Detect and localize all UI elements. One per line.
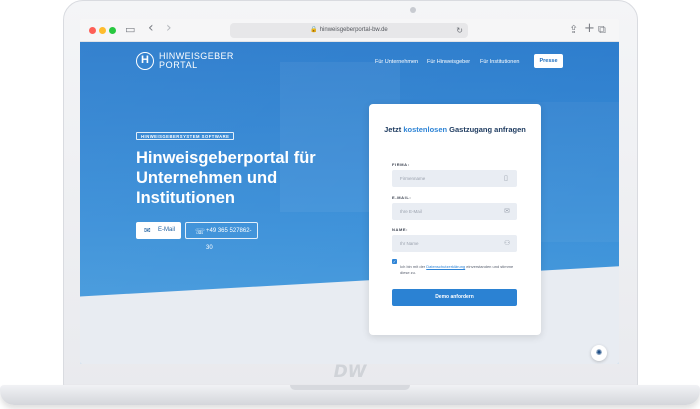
guest-access-form: Jetzt kostenlosen Gastzugang anfragen FI… bbox=[369, 104, 541, 335]
consent-text: Ich bin mit der Datenschutzerklärung ein… bbox=[400, 264, 518, 276]
consent-prefix: Ich bin mit der bbox=[400, 264, 427, 269]
tab-overview-icon[interactable]: ⧉ bbox=[598, 23, 606, 37]
logo[interactable]: HINWEISGEBER PORTAL bbox=[159, 52, 234, 70]
mail-icon: ✉ bbox=[144, 226, 151, 235]
name-field[interactable]: Ihr Name bbox=[392, 235, 517, 252]
building-icon: ▯ bbox=[504, 174, 508, 182]
company-field[interactable]: Firmenname bbox=[392, 170, 517, 187]
email-button[interactable]: ✉ E-Mail bbox=[136, 222, 181, 239]
email-button-label: E-Mail bbox=[158, 227, 176, 233]
user-icon: ⚇ bbox=[504, 239, 511, 247]
consent-checkbox[interactable]: ✓ bbox=[392, 259, 397, 264]
address-bar[interactable]: 🔒 hinweisgeberportal-bw.de ↻ bbox=[230, 23, 468, 38]
logo-line-2: PORTAL bbox=[159, 60, 198, 70]
email-field[interactable]: Ihre E-Mail bbox=[392, 203, 517, 220]
screen: ▭ ‹ › 🔒 hinweisgeberportal-bw.de ↻ ⇪ + ⧉ … bbox=[80, 19, 619, 364]
envelope-icon: ✉ bbox=[504, 207, 510, 215]
tagline-badge: HINWEISGEBERSYSTEM SOFTWARE bbox=[136, 132, 235, 140]
reload-icon[interactable]: ↻ bbox=[456, 23, 463, 38]
close-window-button[interactable] bbox=[89, 27, 96, 34]
cookie-settings-icon[interactable]: ✺ bbox=[591, 345, 607, 361]
browser-toolbar: ▭ ‹ › 🔒 hinweisgeberportal-bw.de ↻ ⇪ + ⧉ bbox=[80, 19, 619, 42]
form-title-highlight: kostenlosen bbox=[403, 125, 448, 134]
website: H HINWEISGEBER PORTAL Für Unternehmen Fü… bbox=[80, 42, 619, 364]
camera bbox=[410, 7, 416, 13]
maximize-window-button[interactable] bbox=[109, 27, 116, 34]
sidebar-icon[interactable]: ▭ bbox=[125, 23, 135, 37]
forward-icon[interactable]: › bbox=[166, 21, 172, 35]
minimize-window-button[interactable] bbox=[99, 27, 106, 34]
new-tab-icon[interactable]: + bbox=[584, 22, 595, 36]
form-title-suffix: Gastzugang anfragen bbox=[447, 125, 526, 134]
nav-unternehmen[interactable]: Für Unternehmen bbox=[375, 59, 418, 65]
phone-icon: ☏ bbox=[195, 227, 206, 236]
nav-hinweisgeber[interactable]: Für Hinweisgeber bbox=[427, 59, 470, 65]
request-demo-button[interactable]: Demo anfordern bbox=[392, 289, 517, 306]
hero-headline: Hinweisgeberportal für Unternehmen und I… bbox=[136, 149, 316, 207]
url-text: hinweisgeberportal-bw.de bbox=[319, 27, 388, 33]
logo-mark[interactable]: H bbox=[136, 52, 154, 70]
name-label: NAME: bbox=[392, 227, 409, 232]
dw-logo: DW bbox=[333, 362, 367, 382]
share-icon[interactable]: ⇪ bbox=[569, 23, 578, 37]
privacy-policy-link[interactable]: Datenschutzerklärung bbox=[426, 264, 465, 269]
back-icon[interactable]: ‹ bbox=[148, 21, 154, 35]
nav-institutionen[interactable]: Für Institutionen bbox=[480, 59, 519, 65]
email-label: E-MAIL: bbox=[392, 195, 412, 200]
press-button[interactable]: Presse bbox=[534, 54, 563, 68]
phone-button-label: +49 365 527862-30 bbox=[206, 228, 252, 251]
form-title-prefix: Jetzt bbox=[384, 125, 404, 134]
form-title: Jetzt kostenlosen Gastzugang anfragen bbox=[369, 125, 541, 135]
lock-icon: 🔒 bbox=[310, 27, 318, 33]
phone-button[interactable]: ☏ +49 365 527862-30 bbox=[185, 222, 258, 251]
company-label: FIRMA: bbox=[392, 162, 410, 167]
laptop-notch bbox=[290, 385, 410, 390]
